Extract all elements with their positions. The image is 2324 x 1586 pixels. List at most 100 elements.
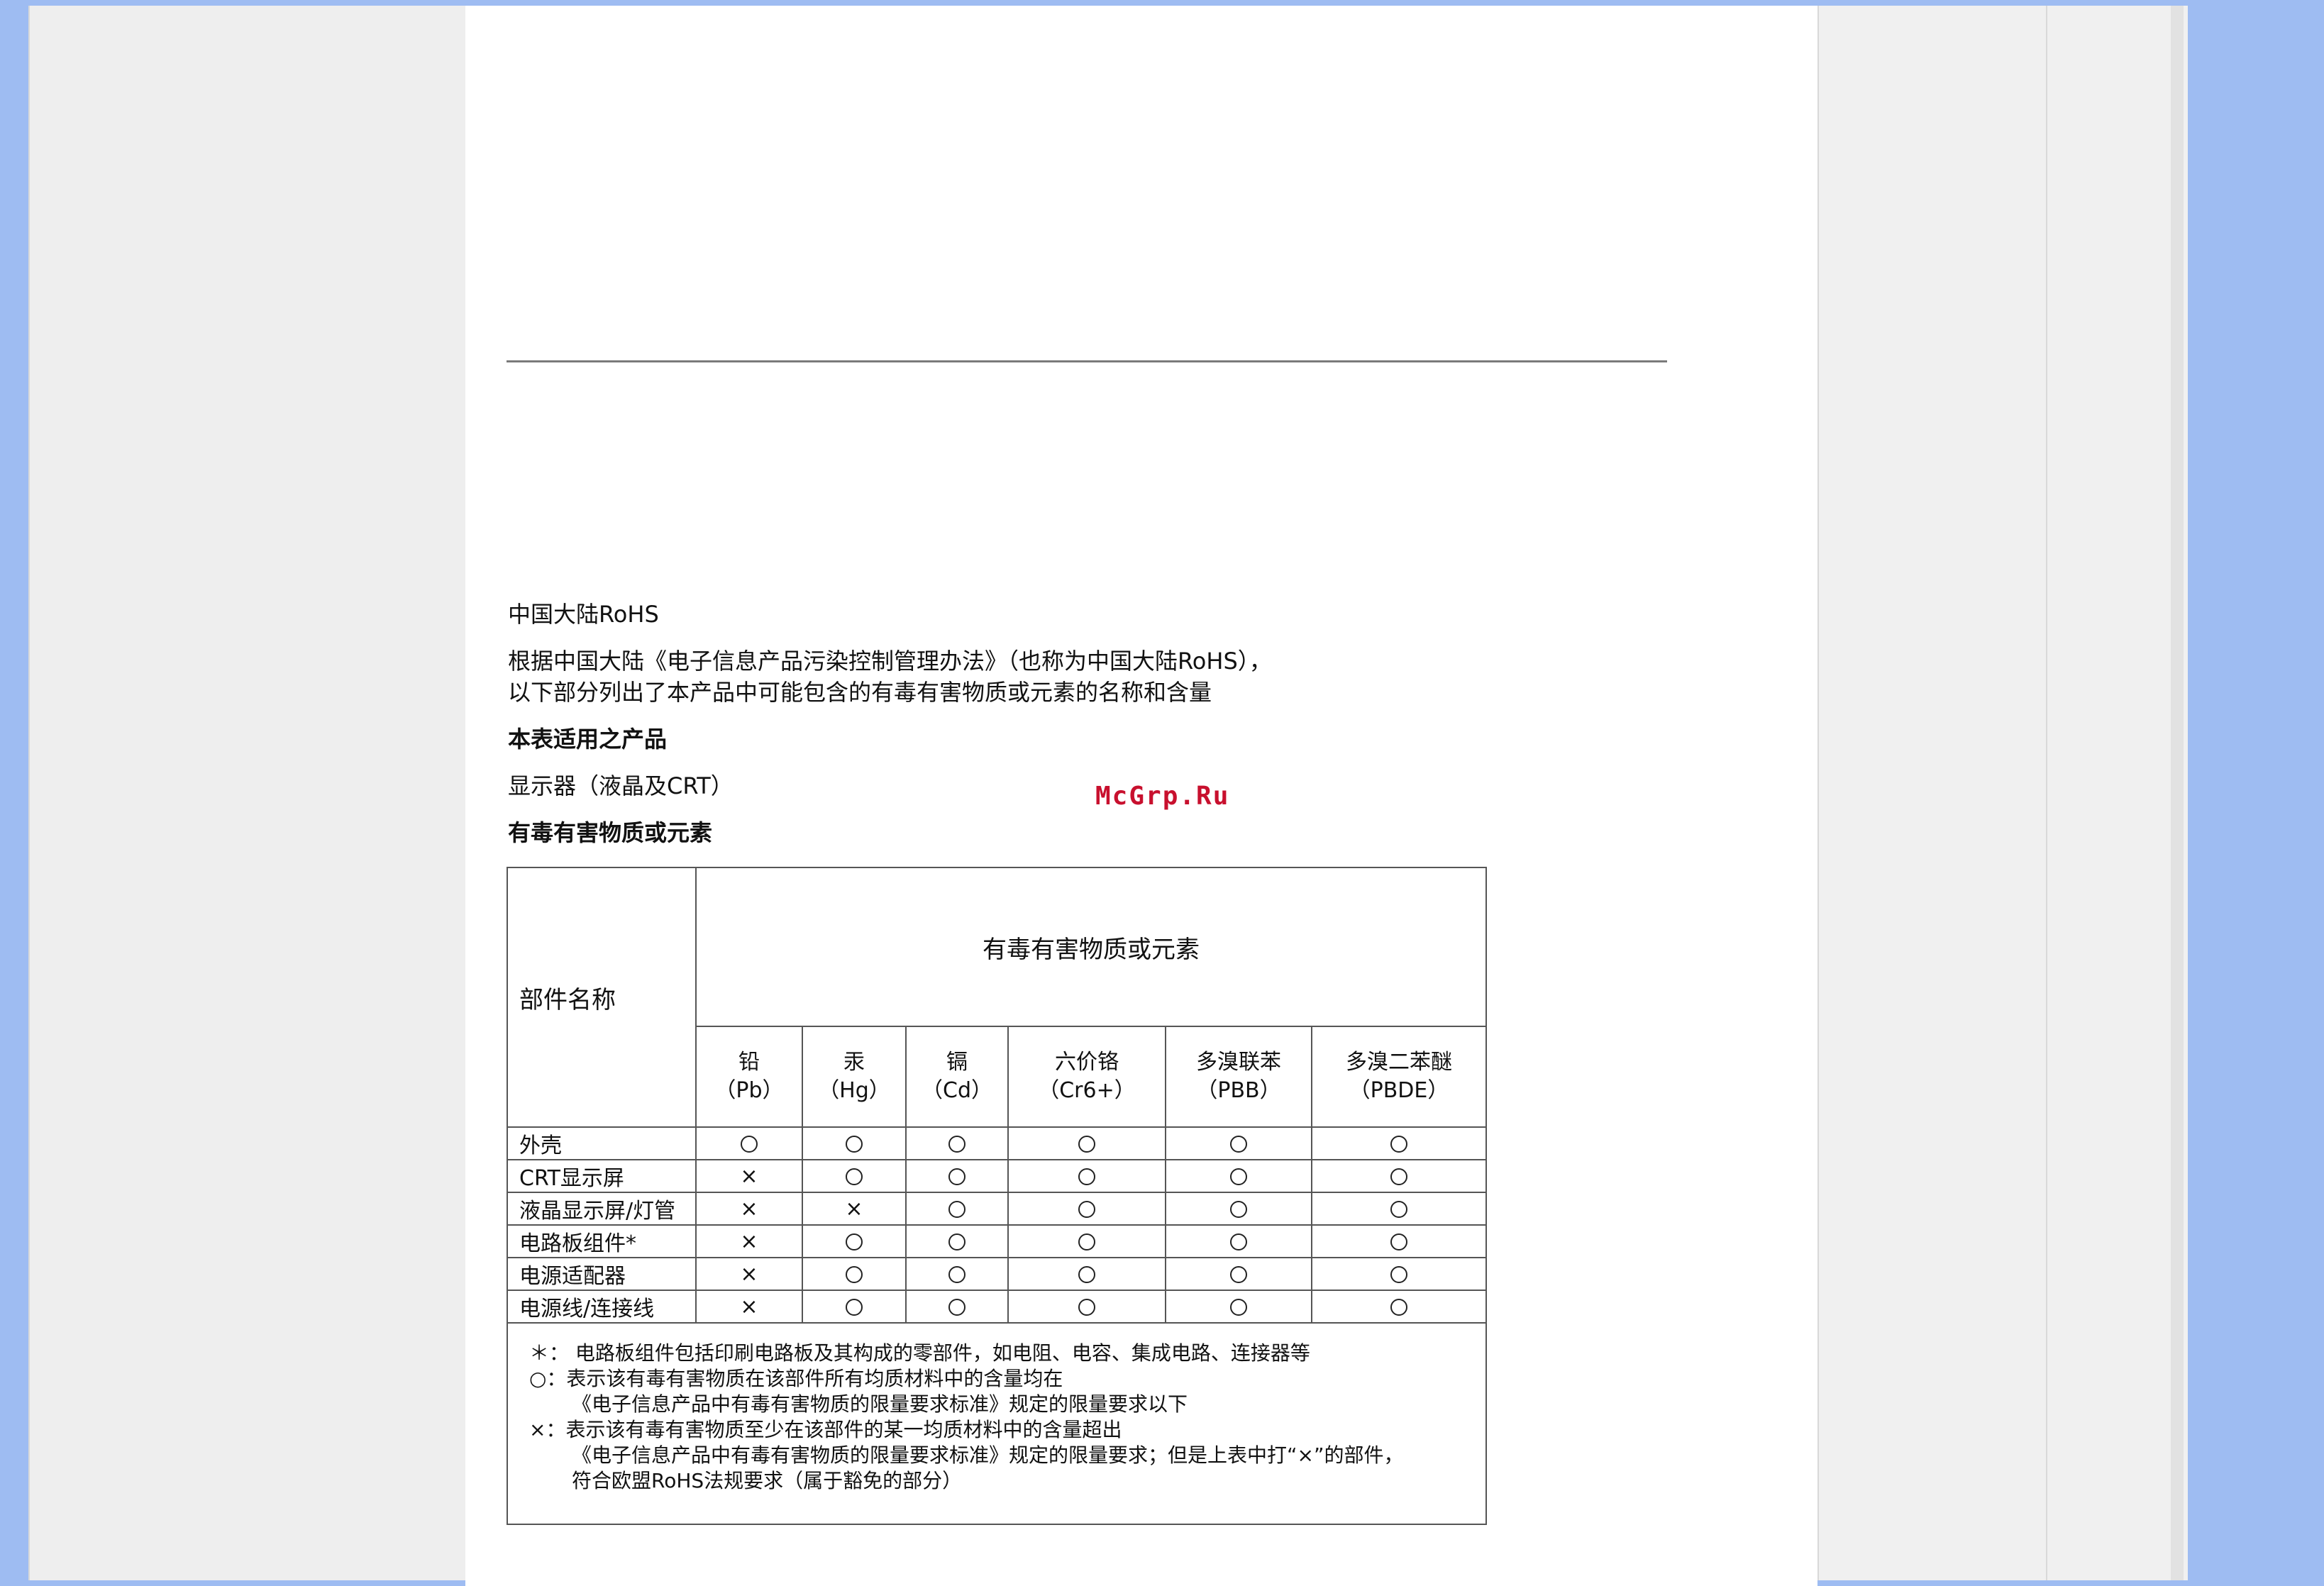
content-mark-cell: ○: [1007, 1192, 1166, 1226]
substance-column-header: 镉 （Cd）: [905, 1026, 1009, 1128]
substance-name: 汞: [843, 1050, 865, 1075]
content-mark-cell: ○: [1007, 1290, 1166, 1324]
circle-mark-icon: ○: [1078, 1168, 1095, 1185]
table-row: 电路板组件* × ○ ○ ○ ○ ○: [507, 1224, 1488, 1258]
part-name: CRT显示屏: [507, 1159, 697, 1193]
circle-mark-icon: ○: [948, 1201, 965, 1218]
content-mark-cell: ○: [1007, 1159, 1166, 1193]
content-mark-cell: ○: [802, 1290, 907, 1324]
content-mark-cell: ○: [905, 1159, 1009, 1193]
circle-mark-icon: ○: [1078, 1136, 1095, 1153]
content-mark-cell: ×: [695, 1192, 803, 1226]
circle-mark-icon: ○: [948, 1136, 965, 1153]
rohs-table: 部件名称 有毒有害物质或元素 铅 （Pb） 汞 （Hg） 镉 （Cd） 六价铬 （Cr6+） 多…: [506, 867, 1488, 1525]
circle-mark-icon: ○: [1390, 1299, 1408, 1316]
circle-mark-icon: ○: [741, 1136, 758, 1153]
document-page: 中国大陆RoHS 根据中国大陆《电子信息产品污染控制管理办法》（也称为中国大陆R…: [465, 6, 1817, 1586]
content-mark-cell: ○: [905, 1126, 1009, 1160]
substance-column-header: 多溴二苯醚 （PBDE）: [1310, 1026, 1488, 1128]
substance-column-header: 多溴联苯 （PBB）: [1165, 1026, 1312, 1128]
content-mark-cell: ○: [1310, 1290, 1488, 1324]
circle-mark-icon: ○: [948, 1168, 965, 1185]
note-line: 符合欧盟RoHS法规要求（属于豁免的部分）: [572, 1469, 963, 1492]
cross-mark-icon: ×: [740, 1196, 758, 1221]
part-name: 电源适配器: [507, 1257, 697, 1291]
section-heading: 中国大陆RoHS: [508, 601, 659, 628]
circle-mark-icon: ○: [846, 1299, 863, 1316]
table-row: 电源适配器 × ○ ○ ○ ○ ○: [507, 1257, 1488, 1291]
circle-mark-icon: ○: [948, 1233, 965, 1250]
content-mark-cell: ○: [905, 1290, 1009, 1324]
content-mark-cell: ○: [802, 1257, 907, 1291]
content-mark-cell: ○: [695, 1126, 803, 1160]
circle-mark-icon: ○: [1078, 1299, 1095, 1316]
content-mark-cell: ○: [1310, 1192, 1488, 1226]
circle-mark-icon: ○: [846, 1168, 863, 1185]
circle-mark-icon: ○: [1390, 1266, 1408, 1283]
content-mark-cell: ○: [1310, 1126, 1488, 1160]
content-mark-cell: ○: [802, 1224, 907, 1258]
circle-mark-icon: ○: [846, 1136, 863, 1153]
substance-name: 镉: [946, 1050, 968, 1075]
cross-mark-icon: ×: [845, 1196, 863, 1221]
content-mark-cell: ○: [1310, 1257, 1488, 1291]
substance-column-header: 六价铬 （Cr6+）: [1007, 1026, 1166, 1128]
circle-mark-icon: ○: [1390, 1136, 1408, 1153]
table-row: 液晶显示屏/灯管 × × ○ ○ ○ ○: [507, 1192, 1488, 1226]
content-mark-cell: ○: [1007, 1257, 1166, 1291]
content-mark-cell: ×: [695, 1224, 803, 1258]
table-row: 外壳 ○ ○ ○ ○ ○ ○: [507, 1126, 1488, 1160]
content-mark-cell: ×: [802, 1192, 907, 1226]
note-line: ×：表示该有毒有害物质至少在该部件的某一均质材料中的含量超出: [529, 1418, 1122, 1441]
content-mark-cell: ○: [905, 1224, 1009, 1258]
right-gutter: [1817, 6, 2188, 1580]
content-mark-cell: ○: [1165, 1224, 1312, 1258]
product-line: 显示器（液晶及CRT）: [508, 772, 734, 799]
intro-line-1: 根据中国大陆《电子信息产品污染控制管理办法》（也称为中国大陆RoHS），: [508, 648, 1272, 675]
content-mark-cell: ○: [1310, 1159, 1488, 1193]
content-mark-cell: ○: [905, 1257, 1009, 1291]
group-header: 有毒有害物质或元素: [695, 867, 1488, 1027]
note-line: ＊： 电路板组件包括印刷电路板及其构成的零部件，如电阻、电容、集成电路、连接器等: [529, 1341, 1310, 1365]
content-mark-cell: ○: [1007, 1224, 1166, 1258]
gutter-divider: [1817, 6, 1819, 1580]
substance-symbol: （Pb）: [714, 1078, 784, 1103]
content-mark-cell: ○: [1165, 1257, 1312, 1291]
note-line: 《电子信息产品中有毒有害物质的限量要求标准》规定的限量要求以下: [572, 1392, 1188, 1416]
substance-name: 多溴联苯: [1196, 1050, 1281, 1075]
circle-mark-icon: ○: [846, 1233, 863, 1250]
content-mark-cell: ○: [802, 1126, 907, 1160]
circle-mark-icon: ○: [1390, 1168, 1408, 1185]
content-mark-cell: ○: [1165, 1159, 1312, 1193]
part-name: 液晶显示屏/灯管: [507, 1192, 697, 1226]
content-mark-cell: ○: [1007, 1126, 1166, 1160]
circle-mark-icon: ○: [846, 1266, 863, 1283]
content-mark-cell: ○: [1165, 1290, 1312, 1324]
gutter-divider: [2046, 6, 2047, 1580]
cross-mark-icon: ×: [740, 1294, 758, 1319]
content-mark-cell: ○: [1165, 1192, 1312, 1226]
substances-label: 有毒有害物质或元素: [508, 819, 713, 846]
watermark: McGrp.Ru: [1095, 782, 1230, 811]
circle-mark-icon: ○: [948, 1266, 965, 1283]
applies-label: 本表适用之产品: [508, 726, 668, 753]
content-mark-cell: ×: [695, 1290, 803, 1324]
part-name: 电路板组件*: [507, 1224, 697, 1258]
substance-name: 六价铬: [1055, 1050, 1119, 1075]
substance-symbol: （Cr6+）: [1038, 1078, 1136, 1103]
scrollbar-track[interactable]: [2171, 6, 2184, 1580]
circle-mark-icon: ○: [1230, 1168, 1247, 1185]
circle-mark-icon: ○: [1078, 1266, 1095, 1283]
horizontal-rule: [507, 360, 1667, 362]
circle-mark-icon: ○: [1390, 1201, 1408, 1218]
intro-line-2: 以下部分列出了本产品中可能包含的有毒有害物质或元素的名称和含量: [508, 679, 1212, 706]
circle-mark-icon: ○: [1078, 1201, 1095, 1218]
substance-symbol: （PBDE）: [1349, 1078, 1449, 1103]
note-line: ○：表示该有毒有害物质在该部件所有均质材料中的含量均在: [529, 1367, 1063, 1390]
part-name: 外壳: [507, 1126, 697, 1160]
substance-name: 铅: [738, 1050, 760, 1075]
circle-mark-icon: ○: [1078, 1233, 1095, 1250]
substance-symbol: （Cd）: [922, 1078, 992, 1103]
circle-mark-icon: ○: [1230, 1136, 1247, 1153]
cross-mark-icon: ×: [740, 1261, 758, 1287]
